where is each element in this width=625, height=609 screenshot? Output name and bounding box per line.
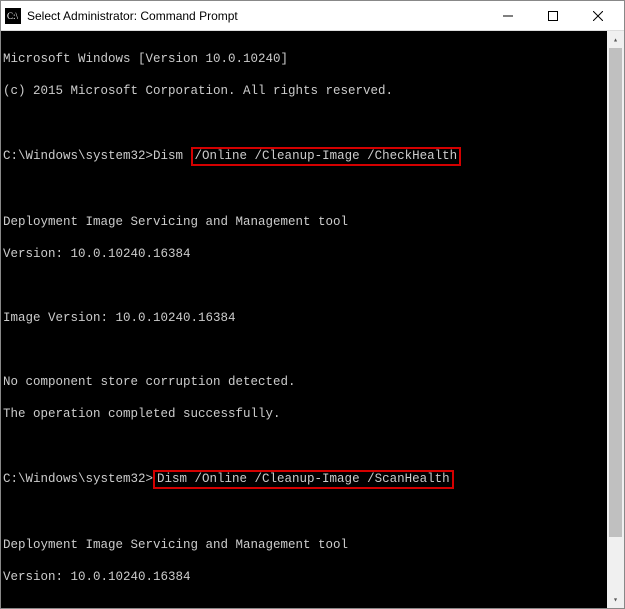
command-line: C:\Windows\system32>Dism /Online /Cleanu… [3,147,618,166]
close-button[interactable] [575,1,620,30]
vertical-scrollbar[interactable]: ▴ ▾ [607,31,624,608]
output-line [3,342,618,358]
command-text: Dism [153,149,191,163]
command-prompt-window: C:\ Select Administrator: Command Prompt… [0,0,625,609]
prompt: C:\Windows\system32> [3,472,153,486]
output-line [3,278,618,294]
scrollbar-track[interactable] [607,48,624,591]
maximize-button[interactable] [530,1,575,30]
window-title: Select Administrator: Command Prompt [27,9,485,23]
output-line: Microsoft Windows [Version 10.0.10240] [3,51,618,67]
prompt: C:\Windows\system32> [3,149,153,163]
cmd-icon: C:\ [5,8,21,24]
command-line: C:\Windows\system32>Dism /Online /Cleanu… [3,470,618,489]
output-line: The operation completed successfully. [3,406,618,422]
minimize-button[interactable] [485,1,530,30]
terminal-client-area: Microsoft Windows [Version 10.0.10240] (… [1,31,624,608]
highlight-box: Dism /Online /Cleanup-Image /ScanHealth [153,470,454,489]
window-controls [485,1,620,30]
scrollbar-thumb[interactable] [609,48,622,537]
output-line [3,182,618,198]
output-line: No component store corruption detected. [3,374,618,390]
terminal-output[interactable]: Microsoft Windows [Version 10.0.10240] (… [1,31,624,608]
scroll-up-button[interactable]: ▴ [607,31,624,48]
output-line: (c) 2015 Microsoft Corporation. All righ… [3,83,618,99]
output-line: Version: 10.0.10240.16384 [3,569,618,585]
output-line: Version: 10.0.10240.16384 [3,246,618,262]
output-line: Deployment Image Servicing and Managemen… [3,537,618,553]
scroll-down-button[interactable]: ▾ [607,591,624,608]
highlight-box: /Online /Cleanup-Image /CheckHealth [191,147,462,166]
output-line: Deployment Image Servicing and Managemen… [3,214,618,230]
output-line: Image Version: 10.0.10240.16384 [3,310,618,326]
svg-text:C:\: C:\ [7,11,19,21]
output-line [3,601,618,608]
titlebar[interactable]: C:\ Select Administrator: Command Prompt [1,1,624,31]
output-line [3,438,618,454]
output-line [3,115,618,131]
output-line [3,505,618,521]
